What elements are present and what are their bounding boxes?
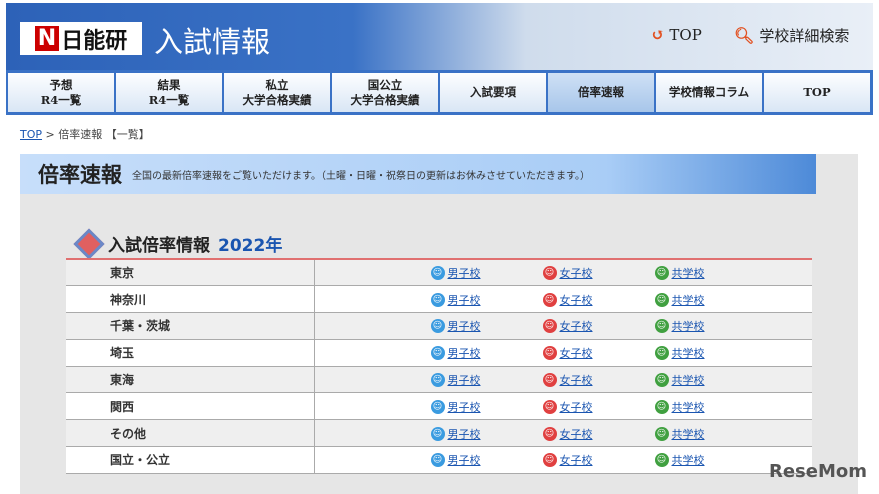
- boy-face-icon: ☺: [430, 266, 445, 281]
- top-link[interactable]: ↺ TOP: [651, 25, 702, 44]
- region-name: 国立・公立: [66, 446, 315, 474]
- boys-link[interactable]: ☺ 男子校: [430, 452, 543, 468]
- region-name: 埼玉: [66, 339, 315, 367]
- nav-item[interactable]: 国公立 大学合格実績: [332, 73, 438, 112]
- boys-link[interactable]: ☺ 男子校: [430, 372, 543, 388]
- girls-link[interactable]: ☺ 女子校: [542, 452, 655, 468]
- boys-link[interactable]: ☺ 男子校: [430, 426, 543, 442]
- resemom-watermark: ReseMom: [768, 461, 867, 482]
- coed-link[interactable]: ☺ 共学校: [654, 372, 767, 388]
- region-name: 東海: [66, 366, 315, 393]
- nav-item[interactable]: 倍率速報: [548, 73, 654, 112]
- girls-link[interactable]: ☺ 女子校: [542, 318, 655, 334]
- coed-link[interactable]: ☺ 共学校: [654, 318, 767, 334]
- school-search-link[interactable]: 🔍︎ 学校詳細検索: [734, 25, 849, 46]
- nav-item[interactable]: 私立 大学合格実績: [224, 73, 330, 112]
- boys-link[interactable]: ☺ 男子校: [430, 318, 543, 334]
- site-header: N 日能研 入試情報 ↺ TOP 🔍︎ 学校詳細検索 予想 R4一覧 結果 R4一覧 私立 大学…: [6, 3, 873, 115]
- diamond-icon: [73, 227, 105, 260]
- table-row: その他 ☺ 男子校 ☺ 女子校 ☺ 共学校: [66, 419, 812, 447]
- nav-item[interactable]: 学校情報コラム: [656, 73, 762, 112]
- search-icon: 🔍︎: [734, 26, 755, 45]
- table-row: 埼玉 ☺ 男子校 ☺ 女子校 ☺ 共学校: [66, 339, 812, 367]
- page-description: 全国の最新倍率速報をご覧いただけます。（土曜・日曜・祝祭日の更新はお休みさせてい…: [132, 170, 590, 182]
- site-title: 入試情報: [154, 25, 271, 59]
- girls-link[interactable]: ☺ 女子校: [542, 345, 655, 361]
- region-name: 千葉・茨城: [66, 312, 315, 340]
- coed-link[interactable]: ☺ 共学校: [654, 265, 767, 281]
- table-row: 国立・公立 ☺ 男子校 ☺ 女子校 ☺ 共学校: [66, 446, 812, 474]
- coed-link[interactable]: ☺ 共学校: [654, 399, 767, 415]
- boy-face-icon: ☺: [430, 292, 445, 307]
- main-nav: 予想 R4一覧 結果 R4一覧 私立 大学合格実績 国公立 大学合格実績 入試要項 倍率速報 学校情…: [6, 70, 873, 115]
- girl-face-icon: ☺: [542, 453, 557, 468]
- coed-faces-icon: ☺: [654, 346, 669, 361]
- coed-faces-icon: ☺: [654, 266, 669, 281]
- page-title: 倍率速報: [38, 162, 122, 187]
- region-name: 東京: [66, 259, 315, 286]
- girls-link[interactable]: ☺ 女子校: [542, 292, 655, 308]
- region-name: 神奈川: [66, 285, 315, 313]
- boys-link[interactable]: ☺ 男子校: [430, 265, 543, 281]
- table-row: 東京 ☺ 男子校 ☺ 女子校 ☺ 共学校: [66, 259, 812, 286]
- boy-face-icon: ☺: [430, 346, 445, 361]
- nichinoken-logo[interactable]: N 日能研: [20, 22, 142, 55]
- region-name: 関西: [66, 392, 315, 420]
- coed-link[interactable]: ☺ 共学校: [654, 345, 767, 361]
- content-panel: 倍率速報 全国の最新倍率速報をご覧いただけます。（土曜・日曜・祝祭日の更新はお休…: [20, 154, 858, 494]
- boy-face-icon: ☺: [430, 399, 445, 414]
- table-row: 千葉・茨城 ☺ 男子校 ☺ 女子校 ☺ 共学校: [66, 312, 812, 340]
- table-row: 東海 ☺ 男子校 ☺ 女子校 ☺ 共学校: [66, 366, 812, 393]
- girls-link[interactable]: ☺ 女子校: [542, 399, 655, 415]
- boy-face-icon: ☺: [430, 426, 445, 441]
- coed-faces-icon: ☺: [654, 292, 669, 307]
- breadcrumb: TOP > 倍率速報 【一覧】: [20, 128, 150, 141]
- girl-face-icon: ☺: [542, 426, 557, 441]
- girls-link[interactable]: ☺ 女子校: [542, 265, 655, 281]
- return-arrow-icon: ↺: [651, 25, 665, 44]
- coed-link[interactable]: ☺ 共学校: [654, 292, 767, 308]
- boys-link[interactable]: ☺ 男子校: [430, 399, 543, 415]
- ratio-table: 東京 ☺ 男子校 ☺ 女子校 ☺ 共学校 神奈川 ☺ 男子校 ☺ 女子校 ☺ 共学校 千葉・茨城 ☺ 男子校 ☺ 女…: [66, 258, 812, 474]
- girl-face-icon: ☺: [542, 399, 557, 414]
- coed-link[interactable]: ☺ 共学校: [654, 426, 767, 442]
- boy-face-icon: ☺: [430, 319, 445, 334]
- girls-link[interactable]: ☺ 女子校: [542, 372, 655, 388]
- coed-faces-icon: ☺: [654, 319, 669, 334]
- girl-face-icon: ☺: [542, 266, 557, 281]
- coed-link[interactable]: ☺ 共学校: [654, 452, 767, 468]
- girl-face-icon: ☺: [542, 319, 557, 334]
- girls-link[interactable]: ☺ 女子校: [542, 426, 655, 442]
- breadcrumb-top[interactable]: TOP: [20, 128, 42, 141]
- boys-link[interactable]: ☺ 男子校: [430, 292, 543, 308]
- girl-face-icon: ☺: [542, 373, 557, 388]
- coed-faces-icon: ☺: [654, 399, 669, 414]
- page-banner: 倍率速報 全国の最新倍率速報をご覧いただけます。（土曜・日曜・祝祭日の更新はお休…: [20, 154, 858, 194]
- table-row: 神奈川 ☺ 男子校 ☺ 女子校 ☺ 共学校: [66, 285, 812, 313]
- coed-faces-icon: ☺: [654, 453, 669, 468]
- table-row: 関西 ☺ 男子校 ☺ 女子校 ☺ 共学校: [66, 392, 812, 420]
- girl-face-icon: ☺: [542, 292, 557, 307]
- boys-link[interactable]: ☺ 男子校: [430, 345, 543, 361]
- girl-face-icon: ☺: [542, 346, 557, 361]
- region-name: その他: [66, 419, 315, 447]
- boy-face-icon: ☺: [430, 373, 445, 388]
- section-heading: 入試倍率情報 2022年: [73, 227, 282, 260]
- nav-item[interactable]: 入試要項: [440, 73, 546, 112]
- nav-item[interactable]: 予想 R4一覧: [8, 73, 114, 112]
- nav-item[interactable]: 結果 R4一覧: [116, 73, 222, 112]
- coed-faces-icon: ☺: [654, 426, 669, 441]
- nav-item[interactable]: TOP: [764, 73, 870, 112]
- boy-face-icon: ☺: [430, 453, 445, 468]
- coed-faces-icon: ☺: [654, 373, 669, 388]
